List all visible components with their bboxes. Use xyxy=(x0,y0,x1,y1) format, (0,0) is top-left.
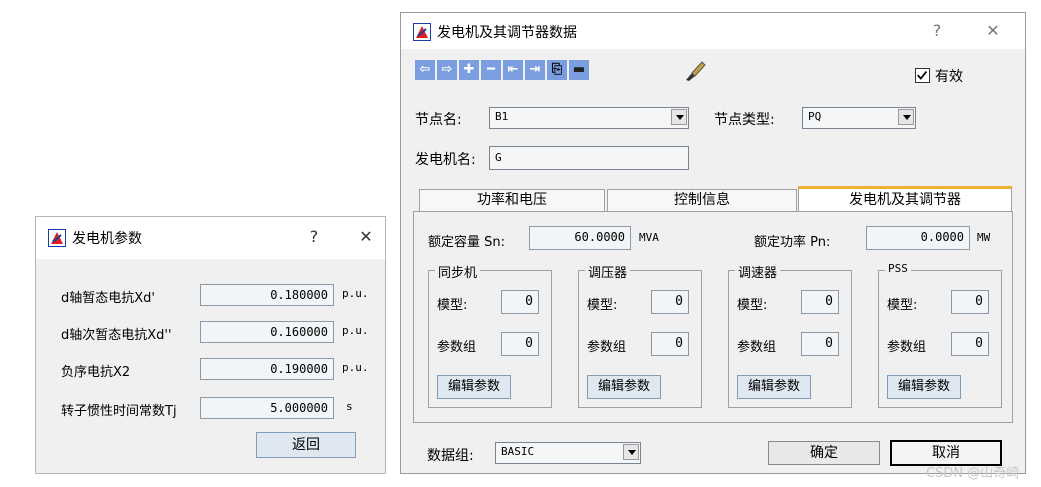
app-icon xyxy=(48,229,66,247)
arrow-left-icon[interactable]: ⇦ xyxy=(415,60,435,80)
window-title: 发电机及其调节器数据 xyxy=(437,25,577,41)
generator-regulator-window: 发电机及其调节器数据 ? ✕ ⇦ ⇨ ✚ ━ ⇤ ⇥ ⎘ ▬ 有效 节点名: B… xyxy=(400,12,1026,474)
return-button[interactable]: 返回 xyxy=(256,432,356,458)
group-title: 调速器 xyxy=(735,262,781,281)
dataset-value: BASIC xyxy=(501,445,535,458)
rated-power-field[interactable]: 0.0000 xyxy=(866,226,970,250)
group-pss: PSS 模型: 0 参数组 0 编辑参数 xyxy=(878,262,1002,408)
rated-capacity-unit: MVA xyxy=(639,231,659,244)
paste-icon[interactable]: ▬ xyxy=(569,60,589,80)
ok-button[interactable]: 确定 xyxy=(768,441,880,465)
close-icon[interactable]: ✕ xyxy=(981,21,1005,40)
tj-unit: s xyxy=(346,400,353,413)
param-group-field[interactable]: 0 xyxy=(501,332,539,356)
node-type-combo[interactable]: PQ xyxy=(802,107,916,129)
model-label: 模型: xyxy=(587,298,618,313)
group-synchronous: 同步机 模型: 0 参数组 0 编辑参数 xyxy=(428,262,552,408)
node-name-combo[interactable]: B1 xyxy=(489,107,689,129)
generator-params-window: 发电机参数 ? ✕ d轴暂态电抗Xd' 0.180000 p.u. d轴次暂态电… xyxy=(35,216,386,474)
node-type-value: PQ xyxy=(808,110,822,123)
tj-field[interactable]: 5.000000 xyxy=(200,397,334,419)
group-title: 调压器 xyxy=(585,262,631,281)
minus-icon[interactable]: ━ xyxy=(481,60,501,80)
tab-power-voltage[interactable]: 功率和电压 xyxy=(419,189,605,211)
rated-power-unit: MW xyxy=(977,231,991,244)
xd-subtransient-field[interactable]: 0.160000 xyxy=(200,321,334,343)
edit-params-button[interactable]: 编辑参数 xyxy=(437,375,511,399)
plus-icon[interactable]: ✚ xyxy=(459,60,479,80)
arrow-right-icon[interactable]: ⇨ xyxy=(437,60,457,80)
param-group-field[interactable]: 0 xyxy=(651,332,689,356)
title-bar: 发电机参数 ? ✕ xyxy=(36,217,385,259)
xd-subtransient-unit: p.u. xyxy=(342,324,369,337)
edit-params-button[interactable]: 编辑参数 xyxy=(887,375,961,399)
group-voltage-regulator: 调压器 模型: 0 参数组 0 编辑参数 xyxy=(578,262,702,408)
xd-prime-label: d轴暂态电抗Xd' xyxy=(61,291,155,306)
model-field[interactable]: 0 xyxy=(501,290,539,314)
rated-capacity-field[interactable]: 60.0000 xyxy=(529,226,631,250)
rated-power-label: 额定功率 Pn: xyxy=(754,235,831,250)
app-icon xyxy=(413,23,431,41)
close-icon[interactable]: ✕ xyxy=(354,227,378,246)
title-bar: 发电机及其调节器数据 ? ✕ xyxy=(401,13,1025,49)
help-icon[interactable]: ? xyxy=(927,21,947,40)
x2-unit: p.u. xyxy=(342,361,369,374)
help-icon[interactable]: ? xyxy=(304,227,324,246)
model-field[interactable]: 0 xyxy=(651,290,689,314)
tab-control-info[interactable]: 控制信息 xyxy=(607,189,797,211)
x2-label: 负序电抗X2 xyxy=(61,365,131,380)
node-name-label: 节点名: xyxy=(415,112,462,128)
param-group-label: 参数组 xyxy=(437,340,477,355)
gen-name-input[interactable]: G xyxy=(489,146,689,170)
chevron-down-icon[interactable] xyxy=(671,109,687,125)
edit-params-button[interactable]: 编辑参数 xyxy=(587,375,661,399)
copy-icon[interactable]: ⎘ xyxy=(547,60,567,80)
valid-label: 有效 xyxy=(935,69,963,85)
dataset-label: 数据组: xyxy=(427,448,474,464)
last-icon[interactable]: ⇥ xyxy=(525,60,545,80)
rated-capacity-label: 额定容量 Sn: xyxy=(428,235,506,250)
model-label: 模型: xyxy=(437,298,468,313)
model-label: 模型: xyxy=(887,298,918,313)
tj-label: 转子惯性时间常数Tj xyxy=(61,404,177,419)
group-title: PSS xyxy=(885,262,911,275)
param-group-label: 参数组 xyxy=(587,340,627,355)
valid-checkbox[interactable] xyxy=(915,68,930,83)
brush-icon[interactable] xyxy=(683,60,707,82)
param-group-label: 参数组 xyxy=(737,340,777,355)
group-title: 同步机 xyxy=(435,262,481,281)
watermark: CSDN @山奇崎 xyxy=(926,466,1020,481)
edit-params-button[interactable]: 编辑参数 xyxy=(737,375,811,399)
toolbar: ⇦ ⇨ ✚ ━ ⇤ ⇥ ⎘ ▬ xyxy=(413,58,653,84)
tab-panel: 额定容量 Sn: 60.0000 MVA 额定功率 Pn: 0.0000 MW … xyxy=(413,211,1013,423)
xd-subtransient-label: d轴次暂态电抗Xd'' xyxy=(61,328,172,343)
window-title: 发电机参数 xyxy=(72,231,142,247)
group-governor: 调速器 模型: 0 参数组 0 编辑参数 xyxy=(728,262,852,408)
dataset-combo[interactable]: BASIC xyxy=(495,442,641,464)
chevron-down-icon[interactable] xyxy=(898,109,914,125)
model-field[interactable]: 0 xyxy=(801,290,839,314)
param-group-label: 参数组 xyxy=(887,340,927,355)
node-name-value: B1 xyxy=(495,110,509,123)
x2-field[interactable]: 0.190000 xyxy=(200,358,334,380)
chevron-down-icon[interactable] xyxy=(623,444,639,460)
model-label: 模型: xyxy=(737,298,768,313)
tab-generator-regulator[interactable]: 发电机及其调节器 xyxy=(798,186,1012,213)
xd-prime-field[interactable]: 0.180000 xyxy=(200,284,334,306)
first-icon[interactable]: ⇤ xyxy=(503,60,523,80)
node-type-label: 节点类型: xyxy=(714,112,775,128)
param-group-field[interactable]: 0 xyxy=(801,332,839,356)
gen-name-label: 发电机名: xyxy=(415,152,476,168)
param-group-field[interactable]: 0 xyxy=(951,332,989,356)
xd-prime-unit: p.u. xyxy=(342,287,369,300)
model-field[interactable]: 0 xyxy=(951,290,989,314)
